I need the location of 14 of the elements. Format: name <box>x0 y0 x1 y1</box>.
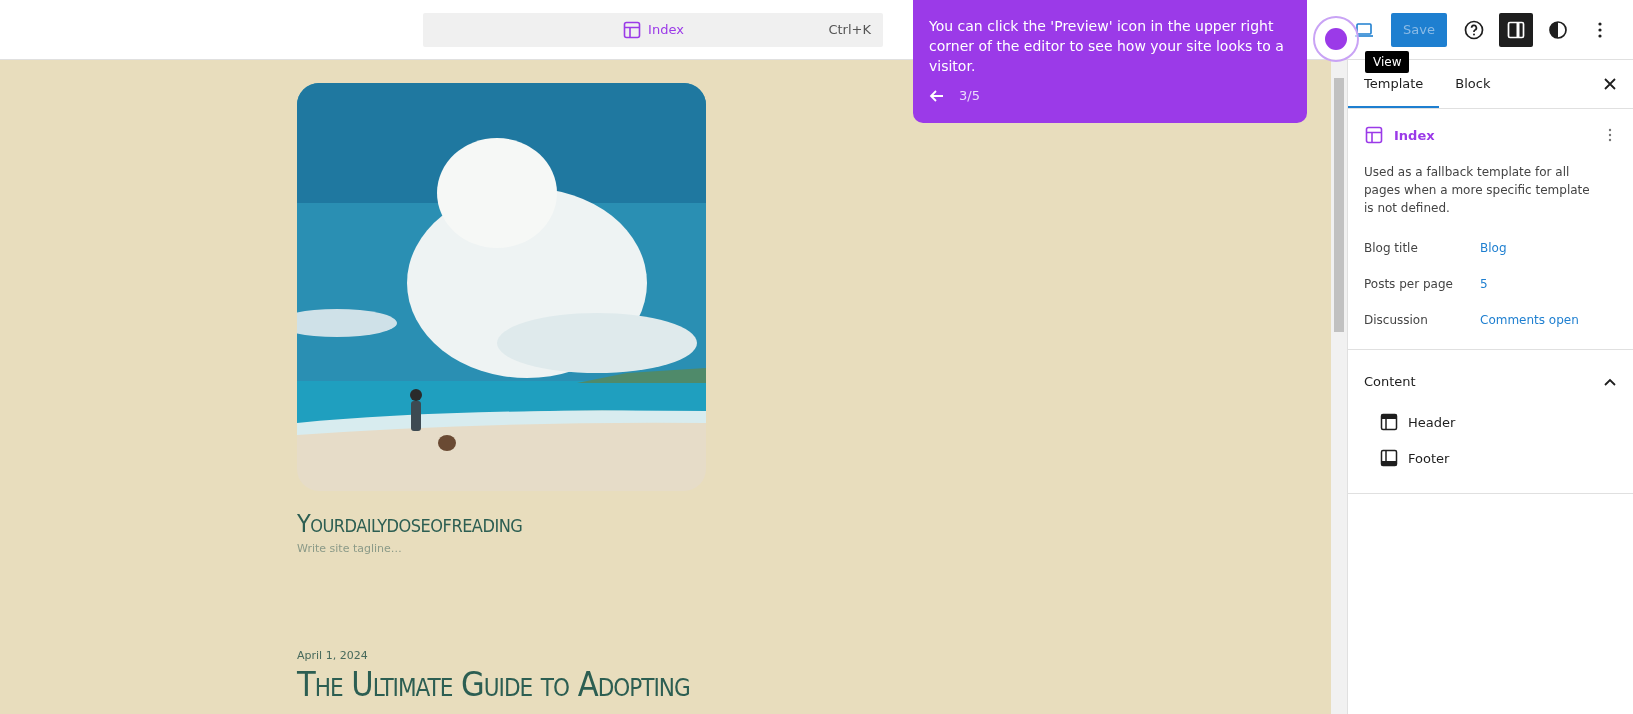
tour-message: You can click the 'Preview' icon in the upper right corner of the editor to see how your site looks to a visitor. <box>929 17 1285 76</box>
property-label: Discussion <box>1364 313 1429 327</box>
template-name: Index <box>648 22 684 37</box>
property-label: Blog title <box>1364 241 1419 255</box>
site-title: Yourdailydoseofreading <box>297 509 524 538</box>
view-tooltip: View <box>1365 51 1410 73</box>
step-counter: 3/5 <box>959 88 980 103</box>
property-label: Posts per page <box>1364 277 1454 291</box>
post-title: The Ultimate Guide to Adopting <box>297 664 691 704</box>
shortcut-hint: Ctrl+K <box>828 22 871 37</box>
site-tagline: Write site tagline… <box>297 542 403 555</box>
post-date: April 1, 2024 <box>297 649 369 662</box>
template-description: Used as a fallback template for all pages when a more specific template is not defined. <box>1364 164 1591 217</box>
template-name: Index <box>1394 127 1435 143</box>
